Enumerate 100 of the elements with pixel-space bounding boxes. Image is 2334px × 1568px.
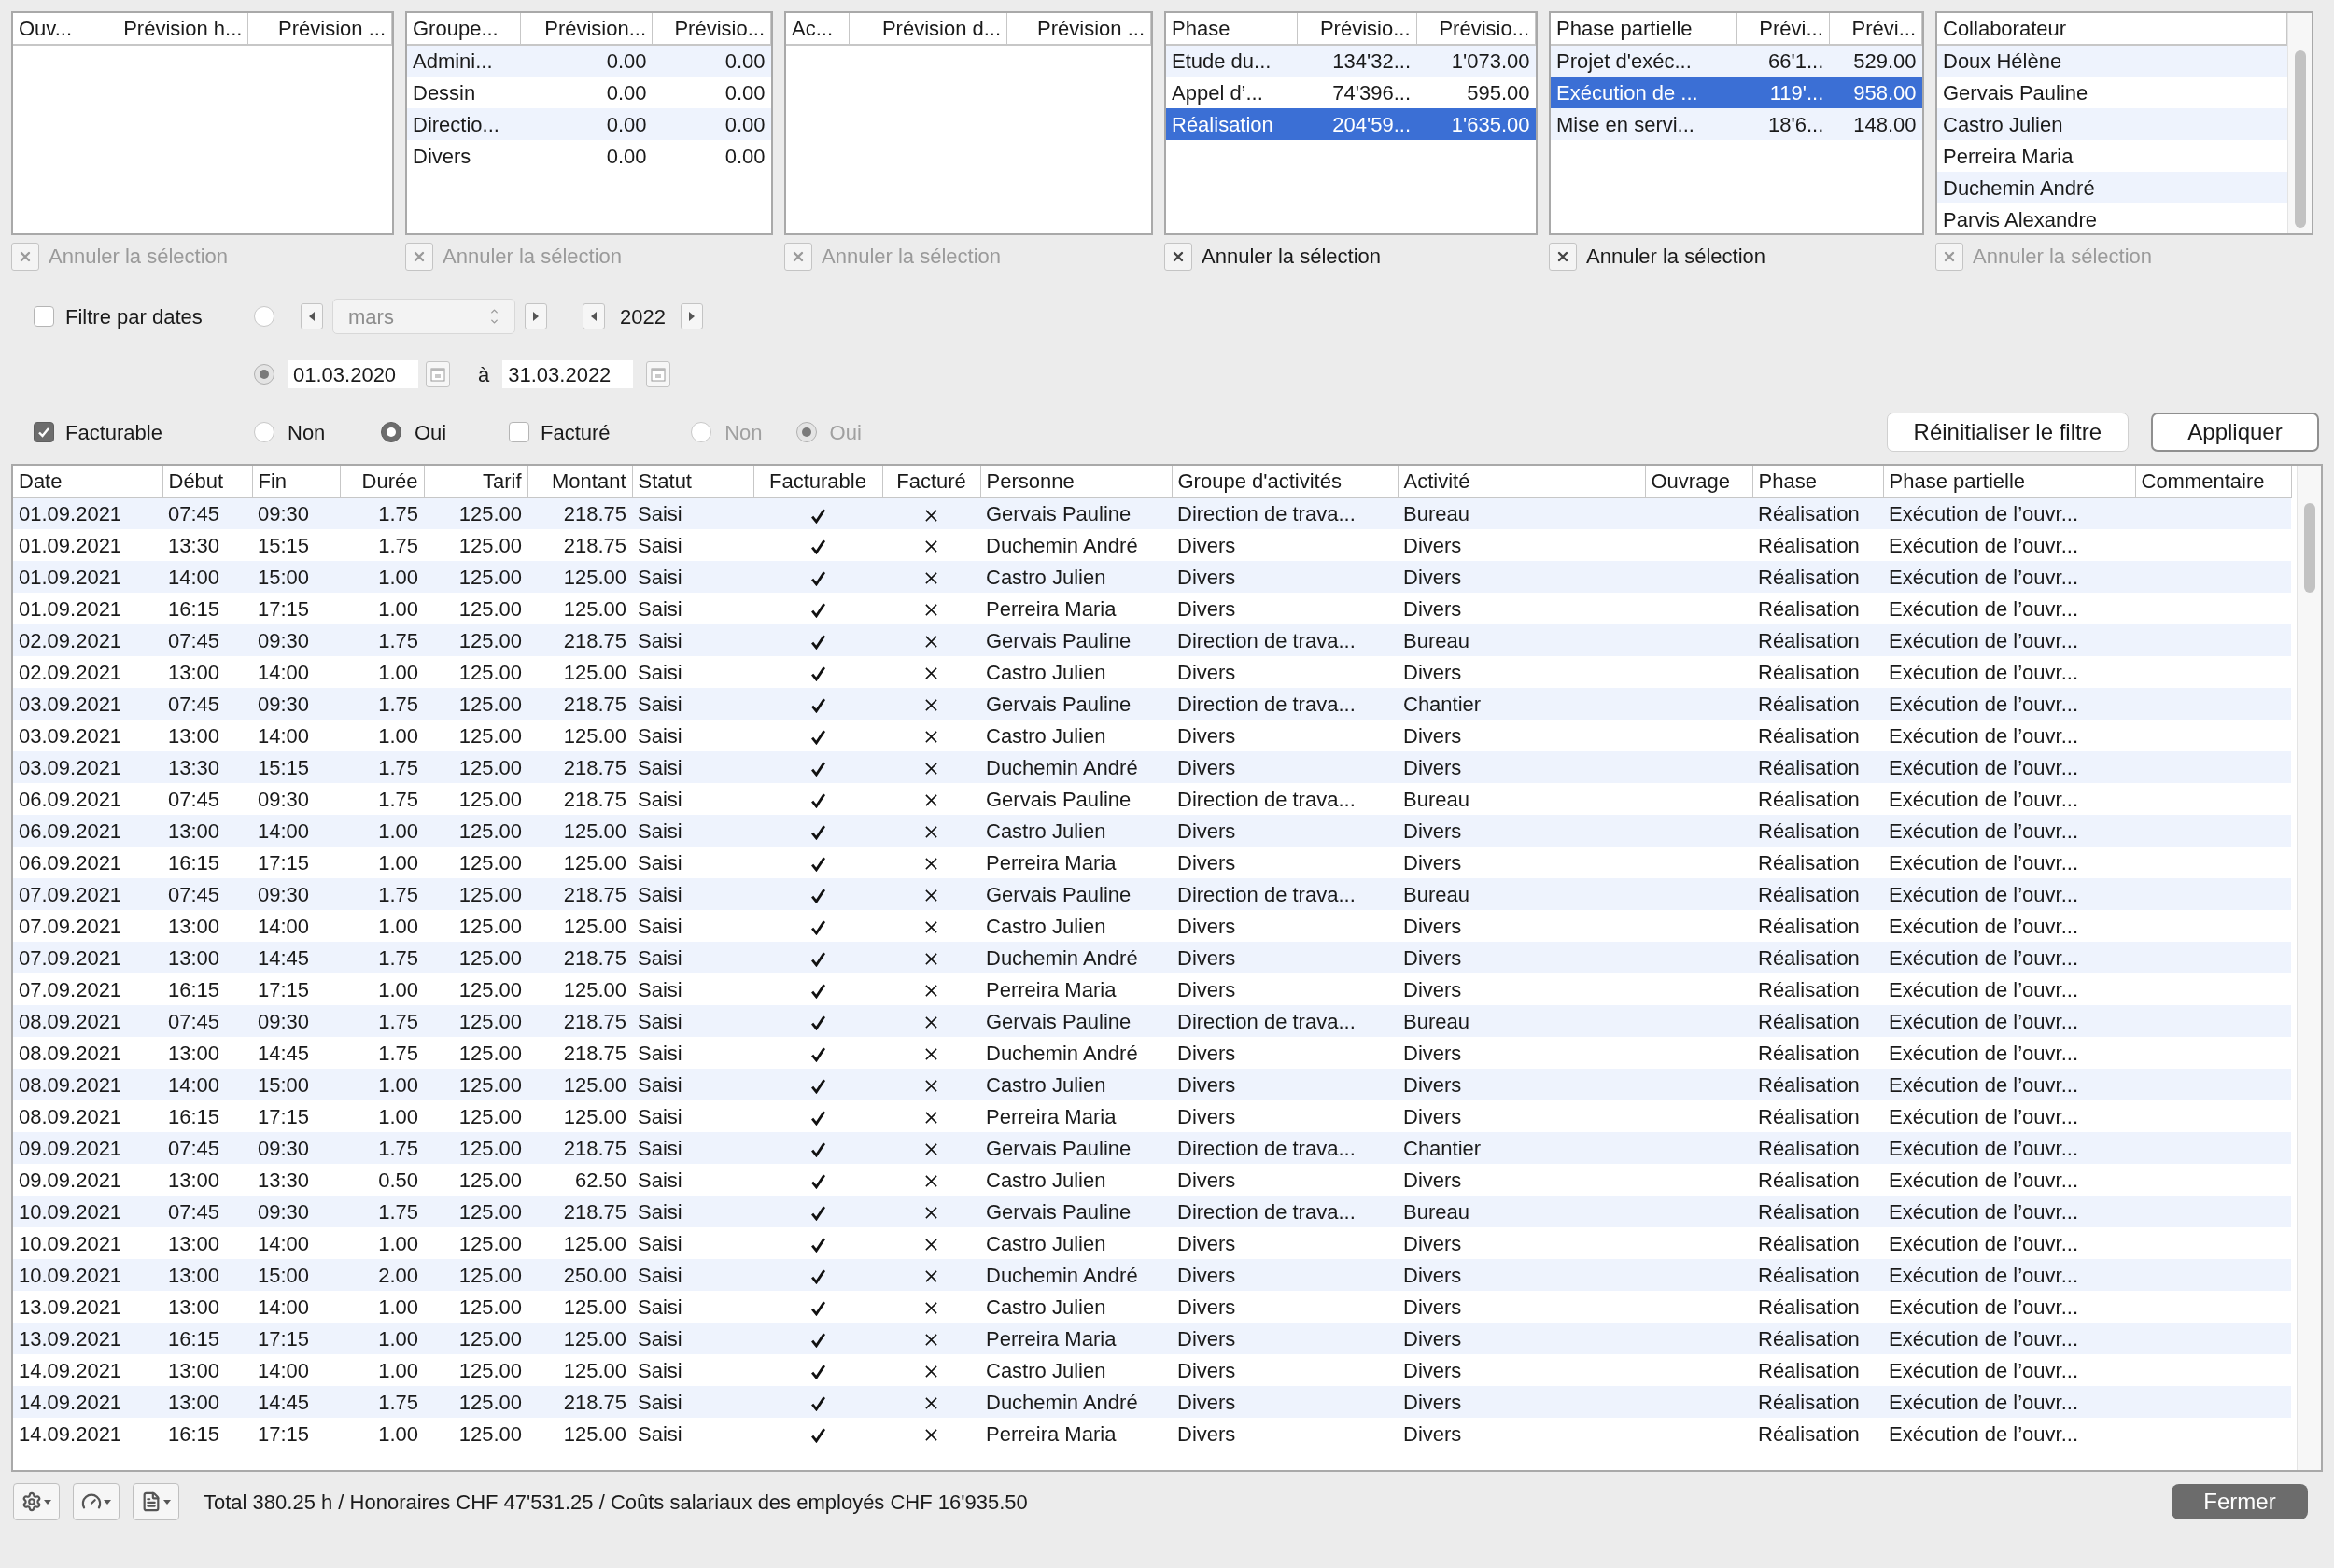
list-row[interactable]: Gervais Pauline [1937, 77, 2287, 108]
table-cell: Gervais Pauline [986, 882, 1132, 906]
column-header[interactable]: Prévisio... [652, 13, 771, 45]
column-header[interactable]: Tarif [424, 466, 527, 497]
table-cell: Réalisation [1758, 1104, 1860, 1128]
filter-button[interactable]: Réinitialiser le filtre [1886, 413, 2129, 452]
table-cell: Duchemin André [986, 1041, 1138, 1065]
table-cell: 08.09.2021 [19, 1072, 122, 1097]
list-row[interactable]: Directio... 0.00 0.00 [407, 108, 771, 140]
list-row[interactable]: Castro Julien [1937, 108, 2287, 140]
table-cell: Saisi [638, 723, 682, 748]
column-header[interactable]: Groupe... [407, 13, 521, 45]
clear-selection-button[interactable]: Annuler la sélection [1549, 241, 1765, 272]
column-header[interactable]: Ac... [786, 13, 850, 45]
table-cell: 07:45 [168, 1009, 220, 1033]
table-cell: 125.00 [458, 628, 522, 652]
table-cell: Bureau [1403, 1009, 1469, 1033]
radio-option[interactable]: Non [254, 416, 381, 448]
table-cell: Divers [1403, 1041, 1462, 1065]
table-cell: Gervais Pauline [986, 692, 1132, 716]
column-header[interactable]: Montant [527, 466, 632, 497]
list-row[interactable]: Projet d'exéc... 66'1... 529.00 [1551, 45, 1922, 77]
clear-selection-button[interactable]: Annuler la sélection [1164, 241, 1381, 272]
column-header[interactable]: Groupe d'activités [1172, 466, 1398, 497]
column-header[interactable]: Prévi... [1829, 13, 1922, 45]
table-cell: 1.75 [378, 1009, 418, 1033]
list-row[interactable]: Doux Hélène [1937, 45, 2287, 77]
list-row[interactable]: Exécution de ... 119'... 958.00 [1551, 77, 1922, 108]
radio-option[interactable]: Oui [381, 416, 508, 448]
column-header[interactable]: Prévi... [1736, 13, 1830, 45]
table-cell: Divers [1177, 850, 1236, 875]
table-cell: Exécution de l’ouvr... [1889, 692, 2078, 716]
column-header[interactable]: Durée [340, 466, 424, 497]
list-cell: Castro Julien [1943, 112, 2063, 136]
table-cell: 218.75 [563, 1136, 626, 1160]
column-header[interactable]: Fin [252, 466, 340, 497]
table-cell: 125.00 [458, 977, 522, 1001]
table-cell: 125.00 [458, 596, 522, 621]
table-cell: Saisi [638, 628, 682, 652]
column-header[interactable]: Prévision d... [849, 13, 1007, 45]
column-header[interactable]: Facturé [882, 466, 980, 497]
date-filter-checkbox[interactable]: Filtre par dates [34, 301, 254, 332]
table-cell: Direction de trava... [1177, 1199, 1356, 1224]
table-cell: Direction de trava... [1177, 882, 1356, 906]
column-header[interactable]: Prévision ... [247, 13, 392, 45]
column-header[interactable]: Activité [1398, 466, 1645, 497]
column-header[interactable]: Collaborateur [1937, 13, 2287, 45]
table-cell: Réalisation [1758, 977, 1860, 1001]
close-button[interactable]: Fermer [2172, 1484, 2308, 1519]
column-header[interactable]: Prévision h... [91, 13, 248, 45]
list-row[interactable]: Appel d’... 74'396... 595.00 [1166, 77, 1536, 108]
table-cell: 13:00 [168, 945, 220, 970]
table-cell: 125.00 [458, 882, 522, 906]
list-cell: 595.00 [1467, 80, 1530, 105]
table-cell: Saisi [638, 1231, 682, 1255]
column-header[interactable]: Date [13, 466, 162, 497]
table-cell: 1.00 [378, 914, 418, 938]
column-header[interactable]: Prévisio... [1297, 13, 1416, 45]
table-cell: 125.00 [563, 565, 626, 589]
column-header[interactable]: Phase partielle [1551, 13, 1737, 45]
table-cell: Réalisation [1758, 1421, 1860, 1446]
table-cell: 01.09.2021 [19, 502, 122, 525]
summary-text: Total 380.25 h / Honoraires CHF 47'531.25 / Coûts salariaux des employés CHF 16'935.50 [204, 1489, 1028, 1516]
column-header[interactable]: Personne [980, 466, 1172, 497]
list-cell: 529.00 [1853, 49, 1917, 73]
column-header[interactable]: Commentaire [2135, 466, 2291, 497]
list-row[interactable]: Perreira Maria [1937, 140, 2287, 172]
table-cell: 250.00 [563, 1263, 626, 1287]
list-row[interactable]: Réalisation 204'59... 1'635.00 [1166, 108, 1536, 140]
column-header[interactable]: Prévision ... [1006, 13, 1151, 45]
list-row[interactable]: Dessin 0.00 0.00 [407, 77, 771, 108]
column-header[interactable]: Prévision... [520, 13, 653, 45]
table-cell: Exécution de l’ouvr... [1889, 914, 2078, 938]
table-cell: 14.09.2021 [19, 1390, 122, 1414]
column-header[interactable]: Phase [1752, 466, 1883, 497]
table-cell: 16:15 [168, 977, 220, 1001]
column-header[interactable]: Phase partielle [1883, 466, 2135, 497]
list-row[interactable]: Mise en servi... 18'6... 148.00 [1551, 108, 1922, 140]
table-cell: 17:15 [258, 1104, 310, 1128]
date-field[interactable]: 31.03.2022 [502, 360, 634, 388]
column-header[interactable]: Début [162, 466, 252, 497]
column-header[interactable]: Ouv... [13, 13, 91, 45]
date-field[interactable]: 01.03.2020 [288, 360, 418, 388]
table-cell: 125.00 [563, 1295, 626, 1319]
list-cell: Directio... [413, 112, 499, 136]
column-header[interactable]: Prévisio... [1416, 13, 1536, 45]
option-checkbox[interactable]: Facturable [34, 416, 254, 448]
column-header[interactable]: Facturable [753, 466, 882, 497]
table-cell: 218.75 [563, 787, 626, 811]
table-cell: Divers [1177, 1358, 1236, 1382]
table-cell: Saisi [638, 1295, 682, 1319]
table-cell: 125.00 [563, 1104, 626, 1128]
column-header[interactable]: Ouvrage [1645, 466, 1752, 497]
column-header[interactable]: Phase [1166, 13, 1298, 45]
list-row[interactable]: Duchemin André [1937, 172, 2287, 203]
table-cell: Gervais Pauline [986, 502, 1132, 525]
table-cell: 1.00 [378, 819, 418, 843]
column-header[interactable]: Statut [632, 466, 753, 497]
table-cell: Divers [1177, 1390, 1236, 1414]
filter-button[interactable]: Appliquer [2151, 413, 2319, 452]
